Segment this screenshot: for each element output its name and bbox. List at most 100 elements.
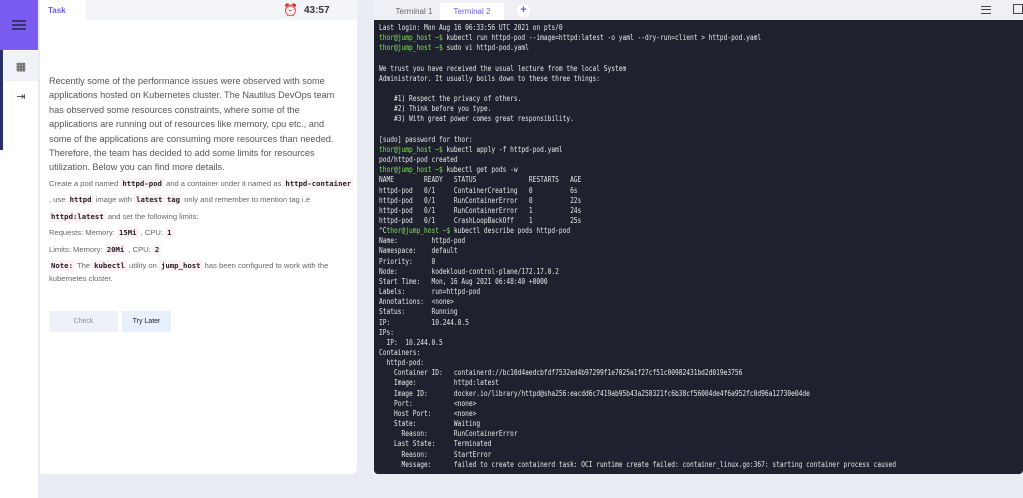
line-text: Reason: RunContainerError: [379, 428, 518, 439]
line-text: httpd-pod 0/1 CrashLoopBackOff 1 25s: [379, 214, 582, 225]
line-text: kubectl get pods -w: [442, 164, 518, 175]
try-later-button[interactable]: Try Later: [122, 311, 171, 332]
line-text: Last State: Terminated: [379, 438, 492, 449]
terminal-line: #2) Think before you type.: [379, 103, 896, 113]
terminal-line: httpd-pod 0/1 RunContainerError 1 24s: [379, 205, 896, 215]
line-text: Administrator. It usually boils down to …: [379, 72, 601, 83]
terminal-line: Containers:: [379, 347, 896, 357]
line-text: Node: kodekloud-control-plane/172.17.0.2: [379, 265, 559, 276]
line-text: Message: failed to create containerd tas…: [379, 458, 897, 469]
terminal-line: Annotations: <none>: [379, 296, 896, 306]
terminal-line: ^Cthor@jump_host ~$ kubectl describe pod…: [379, 225, 896, 235]
tab-terminal-1[interactable]: Terminal 1: [382, 3, 446, 20]
line-text: sudo vi httpd-pod.yaml: [442, 42, 529, 53]
line-text: Host Port: <none>: [379, 407, 477, 418]
check-button[interactable]: Check: [49, 311, 118, 332]
terminal-line: Last State: Terminated: [379, 438, 896, 448]
terminal-line: Message: failed to create containerd tas…: [379, 459, 896, 469]
line-text: Namespace: default: [379, 245, 458, 256]
note-line: Note: The kubectl utility on jump_host h…: [49, 260, 329, 283]
line-text: Status: Running: [379, 306, 458, 317]
line-text: IPs:: [379, 326, 394, 337]
line-text: #2) Think before you type.: [379, 103, 492, 114]
terminal-line: #1) Respect the privacy of others.: [379, 93, 896, 103]
line-text: #3) With great power comes great respons…: [379, 113, 574, 124]
terminal-line: Labels: run=httpd-pod: [379, 286, 896, 296]
line-text: Last login: Mon Aug 16 06:33:56 UTC 2021…: [379, 22, 563, 32]
line-text: Reason: StartError: [379, 448, 492, 459]
line-text: pod/httpd-pod created: [379, 154, 458, 165]
terminal-line: thor@jump_host ~$ sudo vi httpd-pod.yaml: [379, 42, 896, 52]
terminal-line: IP: 10.244.0.5: [379, 317, 896, 327]
terminal-line: [sudo] password for thor:: [379, 134, 896, 144]
shell-prompt: thor@jump_host ~$: [379, 42, 443, 53]
line-text: httpd-pod 0/1 RunContainerError 0 22s: [379, 194, 582, 205]
dashboard-icon: ▦: [15, 60, 27, 73]
line-text: kubectl run httpd-pod --image=httpd:late…: [442, 32, 762, 43]
line-text: [379, 124, 383, 134]
line-text: Port: <none>: [379, 397, 477, 408]
line-text: Image ID: docker.io/library/httpd@sha256…: [379, 387, 810, 398]
requests-line: Requests: Memory: 15Mi , CPU: 1: [49, 227, 174, 239]
terminal-line: httpd-pod 0/1 ContainerCreating 0 6s: [379, 185, 896, 195]
task-details: Create a pod named httpd-pod and a conta…: [49, 176, 354, 285]
line-text: Containers:: [379, 347, 421, 357]
menu-icon[interactable]: [981, 6, 991, 14]
terminal-line: httpd-pod 0/1 RunContainerError 0 22s: [379, 195, 896, 205]
terminal-line: Priority: 0: [379, 256, 896, 266]
line-text: We trust you have received the usual lec…: [379, 62, 627, 73]
shell-prompt: thor@jump_host ~$: [379, 32, 443, 43]
line-text: IP: 10.244.0.5: [379, 336, 443, 347]
line-text: IP: 10.244.0.5: [379, 316, 469, 327]
line-text: Labels: run=httpd-pod: [379, 286, 481, 297]
line-text: NAME READY STATUS RESTARTS AGE: [379, 174, 582, 185]
timer-value: 43:57: [303, 4, 330, 16]
line-text: Container ID: containerd://bc10d4aedcbfd…: [379, 367, 743, 378]
line-text: httpd-pod:: [379, 357, 424, 368]
add-terminal-button[interactable]: +: [517, 4, 530, 17]
sidebar-nav: ▦ ⇥: [0, 0, 38, 498]
tab-terminal-2[interactable]: Terminal 2: [440, 3, 504, 20]
terminal-line: Host Port: <none>: [379, 408, 896, 418]
line-text: State: Waiting: [379, 418, 481, 429]
terminal-screen[interactable]: Last login: Mon Aug 16 06:33:56 UTC 2021…: [374, 20, 1023, 474]
alarm-clock-icon: ⏰: [283, 3, 298, 17]
task-intro: Recently some of the performance issues …: [49, 76, 335, 173]
terminal-line: Name: httpd-pod: [379, 235, 896, 245]
shell-prompt: thor@jump_host ~$: [386, 225, 451, 236]
line-text: [379, 83, 383, 93]
terminal-line: thor@jump_host ~$ kubectl apply -f httpd…: [379, 144, 896, 154]
terminal-line: NAME READY STATUS RESTARTS AGE: [379, 174, 896, 184]
edit-icon[interactable]: [1013, 4, 1023, 14]
line-text: Annotations: <none>: [379, 296, 454, 307]
line-text: [379, 52, 383, 62]
terminal-line: thor@jump_host ~$ kubectl get pods -w: [379, 164, 896, 174]
terminal-panel: Terminal 1 Terminal 2 + Last login: Mon …: [374, 0, 1023, 474]
terminal-line: We trust you have received the usual lec…: [379, 63, 896, 73]
terminal-line: Image ID: docker.io/library/httpd@sha256…: [379, 388, 896, 398]
sidebar-accent: [0, 50, 3, 150]
dashboard-button[interactable]: ▦: [4, 51, 38, 81]
timer: ⏰ 43:57: [283, 3, 330, 17]
terminal-line: Status: Running: [379, 306, 896, 316]
line-text: Name: httpd-pod: [379, 235, 466, 246]
terminal-output: Last login: Mon Aug 16 06:33:56 UTC 2021…: [379, 22, 896, 469]
task-tabbar: Task ⏰ 43:57: [40, 0, 357, 20]
terminal-line: State: Waiting: [379, 418, 896, 428]
task-panel: Task ⏰ 43:57 Recently some of the perfor…: [40, 0, 357, 474]
shell-prompt: thor@jump_host ~$: [379, 143, 443, 154]
terminal-line: Image: httpd:latest: [379, 377, 896, 387]
terminal-line: Container ID: containerd://bc10d4aedcbfd…: [379, 367, 896, 377]
terminal-line: #3) With great power comes great respons…: [379, 113, 896, 123]
line-text: Image: httpd:latest: [379, 377, 499, 388]
line-text: Start Time: Mon, 16 Aug 2021 06:48:40 +0…: [379, 275, 548, 286]
menu-button[interactable]: [0, 0, 38, 50]
terminal-line: Start Time: Mon, 16 Aug 2021 06:48:40 +0…: [379, 276, 896, 286]
terminal-line: Namespace: default: [379, 245, 896, 255]
terminal-line: Port: <none>: [379, 398, 896, 408]
shell-prompt: thor@jump_host ~$: [379, 164, 443, 175]
logout-button[interactable]: ⇥: [4, 81, 38, 111]
tab-task[interactable]: Task: [40, 0, 86, 20]
line-text: kubectl describe pods httpd-pod: [450, 225, 571, 236]
terminal-line: Reason: RunContainerError: [379, 428, 896, 438]
